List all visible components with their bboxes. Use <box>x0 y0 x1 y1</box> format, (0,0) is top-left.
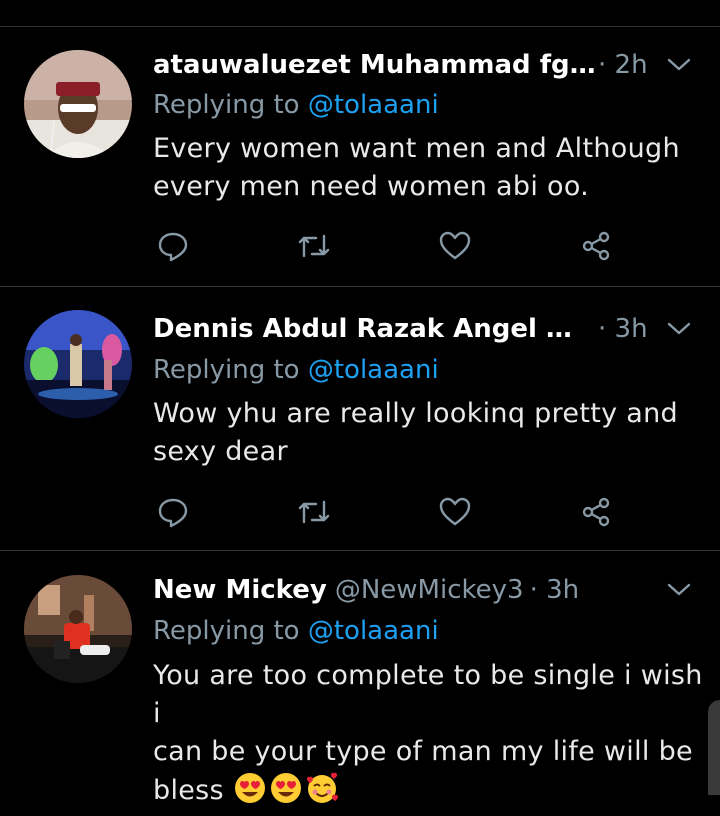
tweet-text-last-line: bless <box>153 771 703 810</box>
tweet-text: Every women want men and Although every … <box>153 130 693 206</box>
display-name[interactable]: New Mickey <box>153 573 327 607</box>
tweet-text-line: You are too complete to be single i wish… <box>153 660 703 729</box>
replying-prefix: Replying to <box>153 355 308 385</box>
tweet-text-line: Wow yhu are really lookinq pretty and <box>153 398 678 429</box>
heart-eyes-emoji <box>269 771 303 805</box>
chevron-down-icon[interactable] <box>666 319 692 339</box>
heart-eyes-emoji <box>233 771 267 805</box>
reply-icon[interactable] <box>153 226 193 266</box>
like-icon[interactable] <box>435 226 475 266</box>
username[interactable]: @NewMickey3 <box>335 573 524 607</box>
tweet-actions <box>153 226 623 266</box>
timestamp[interactable]: · 2h <box>598 48 648 82</box>
tweet-text-line: every men need women abi oo. <box>153 171 590 202</box>
timestamp[interactable]: · 3h <box>598 312 648 346</box>
tweet-header: atauwaluezet Muhammad fge … <box>153 48 610 82</box>
tweet-header: Dennis Abdul Razak Angel Hac... <box>153 312 590 346</box>
reply-icon[interactable] <box>153 492 193 532</box>
like-icon[interactable] <box>435 492 475 532</box>
tweet-text-line: Every women want men and Although <box>153 133 680 164</box>
replying-prefix: Replying to <box>153 616 308 646</box>
share-icon[interactable] <box>576 226 616 266</box>
tweet-2[interactable]: Dennis Abdul Razak Angel Hac... · 3h Rep… <box>0 287 720 550</box>
share-icon[interactable] <box>576 492 616 532</box>
smiling-face-with-hearts-emoji <box>305 771 339 805</box>
retweet-icon[interactable] <box>294 492 334 532</box>
tweet-3[interactable]: New Mickey @NewMickey3 · 3h Replying to … <box>0 551 720 806</box>
display-name[interactable]: Dennis Abdul Razak Angel Hac... <box>153 312 590 346</box>
scrollbar[interactable] <box>708 700 720 795</box>
avatar[interactable] <box>24 50 132 158</box>
avatar[interactable] <box>24 310 132 418</box>
tweet-text-line: sexy dear <box>153 436 288 467</box>
tweet-actions <box>153 492 623 532</box>
replying-to-line: Replying to @tolaaani <box>153 353 439 387</box>
tweet-text: You are too complete to be single i wish… <box>153 657 703 810</box>
mention-link[interactable]: @tolaaani <box>308 90 439 120</box>
mention-link[interactable]: @tolaaani <box>308 355 439 385</box>
tweet-header: New Mickey @NewMickey3 · 3h <box>153 573 650 607</box>
display-name[interactable]: atauwaluezet Muhammad fge … <box>153 48 610 82</box>
chevron-down-icon[interactable] <box>666 580 692 600</box>
retweet-icon[interactable] <box>294 226 334 266</box>
chevron-down-icon[interactable] <box>666 55 692 75</box>
tweet-1[interactable]: atauwaluezet Muhammad fge … · 2h Replyin… <box>0 27 720 286</box>
tweet-text-line: can be your type of man my life will be <box>153 736 693 767</box>
replying-prefix: Replying to <box>153 90 308 120</box>
mention-link[interactable]: @tolaaani <box>308 616 439 646</box>
timestamp[interactable]: · 3h <box>530 573 580 607</box>
tweet-text: Wow yhu are really lookinq pretty and se… <box>153 395 693 471</box>
replying-to-line: Replying to @tolaaani <box>153 88 439 122</box>
replying-to-line: Replying to @tolaaani <box>153 614 439 648</box>
tweet-text-line: bless <box>153 775 224 806</box>
avatar[interactable] <box>24 575 132 683</box>
